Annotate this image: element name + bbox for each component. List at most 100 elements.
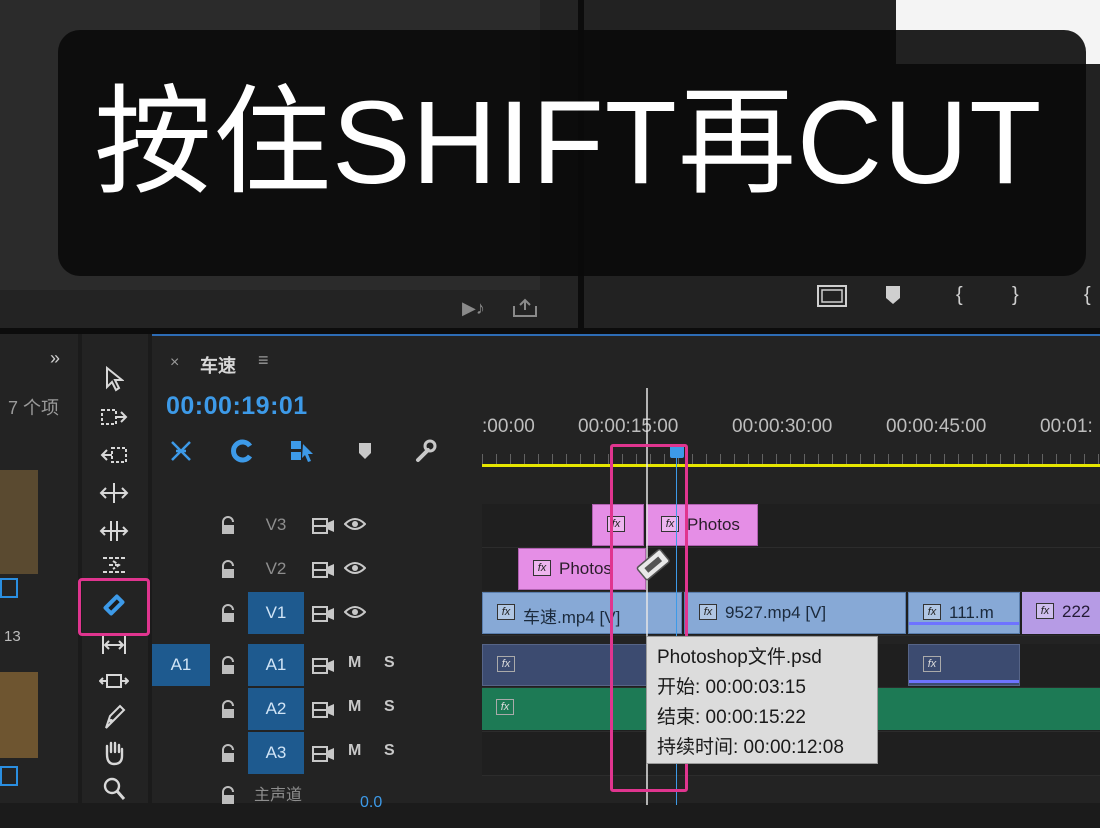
fx-badge: fx (497, 604, 515, 620)
lock-icon[interactable] (218, 604, 238, 624)
solo-button[interactable]: S (384, 654, 395, 672)
lock-icon[interactable] (218, 786, 238, 806)
solo-button[interactable]: S (384, 698, 395, 716)
project-panel: » 7 个项 13 (0, 334, 78, 803)
clip-label: 111.m (949, 603, 994, 622)
rate-stretch-tool-icon[interactable] (98, 550, 130, 580)
linked-selection-icon[interactable] (288, 436, 318, 466)
clip-label: 车速.mp4 [V] (523, 608, 621, 627)
track-label-a3[interactable]: A3 (248, 732, 304, 774)
safe-margins-icon[interactable] (816, 284, 848, 314)
go-to-in-icon[interactable]: { (1084, 284, 1091, 307)
time-ruler-ticks[interactable] (482, 454, 1100, 464)
track-header-a2: A2 M S (152, 688, 482, 732)
video-clip-icon (0, 766, 18, 786)
lock-icon[interactable] (218, 744, 238, 764)
clip-v1-d[interactable]: fx 222 (1022, 592, 1100, 634)
media-thumbnail[interactable] (0, 672, 38, 758)
media-thumbnail-label: 13 (4, 628, 21, 645)
track-label-a1[interactable]: A1 (248, 644, 304, 686)
track-header-v3: V3 (152, 504, 482, 548)
fx-badge: fx (497, 656, 515, 672)
project-item-count: 7 个项 (8, 398, 60, 418)
audio-export-icon[interactable]: ▶♪ (462, 298, 485, 319)
ruler-label: 00:00:30:00 (732, 416, 833, 437)
rolling-edit-tool-icon[interactable] (98, 516, 130, 546)
lock-icon[interactable] (218, 656, 238, 676)
tooltip-duration: 持续时间: 00:00:12:08 (657, 737, 844, 758)
mute-button[interactable]: M (348, 742, 361, 760)
lock-icon[interactable] (218, 700, 238, 720)
track-label-v1[interactable]: V1 (248, 592, 304, 634)
lock-icon[interactable] (218, 560, 238, 580)
track-label-a2[interactable]: A2 (248, 688, 304, 730)
mute-button[interactable]: M (348, 698, 361, 716)
media-thumbnail[interactable] (0, 470, 38, 574)
clip-a1-c[interactable]: fx (908, 644, 1020, 686)
ripple-edit-tool-icon[interactable] (98, 478, 130, 508)
panel-menu-button[interactable]: ≡ (258, 350, 269, 371)
clip-label: Photos (559, 559, 612, 578)
add-marker-icon[interactable] (350, 436, 380, 466)
toggle-sync-lock-icon[interactable] (312, 517, 336, 540)
clip-v1-b[interactable]: fx 9527.mp4 [V] (684, 592, 906, 634)
slide-tool-icon[interactable] (98, 666, 130, 696)
close-sequence-button[interactable]: × (170, 354, 179, 372)
track-select-forward-tool-icon[interactable] (98, 402, 130, 432)
audio-waveform (909, 622, 1019, 625)
track-label-v3[interactable]: V3 (248, 504, 304, 546)
playhead-timecode[interactable]: 00:00:19:01 (166, 392, 308, 421)
toggle-sync-lock-icon[interactable] (312, 745, 336, 768)
clip-label: 9527.mp4 [V] (725, 603, 827, 622)
pen-tool-icon[interactable] (98, 702, 130, 732)
sequence-tab[interactable]: 车速 (200, 352, 236, 378)
master-volume[interactable]: 0.0 (360, 794, 382, 812)
source-patch-a1[interactable]: A1 (152, 644, 210, 686)
tools-panel (82, 334, 148, 803)
toggle-sync-lock-icon[interactable] (312, 561, 336, 584)
timeline-settings-wrench-icon[interactable] (410, 436, 440, 466)
caption-text: 按住SHIFT再CUT (94, 77, 1043, 209)
clip-tooltip: Photoshop文件.psd 开始: 00:00:03:15 结束: 00:0… (646, 636, 878, 764)
audio-waveform (909, 680, 1019, 683)
mute-button[interactable]: M (348, 654, 361, 672)
track-label-master: 主声道 (253, 787, 302, 804)
solo-button[interactable]: S (384, 742, 395, 760)
eye-icon[interactable] (343, 604, 367, 625)
video-clip-icon (0, 578, 18, 598)
mark-in-icon[interactable]: { (956, 284, 963, 307)
ruler-label: 00:00:15:00 (578, 416, 679, 437)
hand-tool-icon[interactable] (98, 738, 130, 768)
eye-icon[interactable] (343, 560, 367, 581)
fx-badge: fx (923, 604, 941, 620)
track-lane-v3[interactable] (482, 504, 1100, 548)
track-header-a1: A1 A1 M S (152, 644, 482, 688)
selection-tool-icon[interactable] (98, 364, 130, 394)
razor-tool-highlight (78, 578, 150, 636)
tooltip-filename: Photoshop文件.psd (657, 647, 822, 668)
eye-icon[interactable] (343, 516, 367, 537)
track-header-a3: A3 M S (152, 732, 482, 776)
track-label-v2[interactable]: V2 (248, 548, 304, 590)
export-frame-icon[interactable] (512, 298, 538, 323)
ruler-label: :00:00 (482, 416, 535, 437)
nest-sequence-icon[interactable] (166, 436, 196, 466)
toggle-sync-lock-icon[interactable] (312, 701, 336, 724)
fx-badge: fx (699, 604, 717, 620)
track-select-backward-tool-icon[interactable] (98, 440, 130, 470)
tooltip-end: 结束: 00:00:15:22 (657, 707, 806, 728)
clip-label: 222 (1062, 602, 1091, 621)
snap-icon[interactable] (226, 436, 256, 466)
work-area-bar[interactable] (482, 464, 1100, 467)
fx-badge: fx (533, 560, 551, 576)
lock-icon[interactable] (218, 516, 238, 536)
fx-badge: fx (923, 656, 941, 672)
zoom-tool-icon[interactable] (98, 774, 130, 804)
toggle-sync-lock-icon[interactable] (312, 657, 336, 680)
mark-out-icon[interactable]: } (1012, 284, 1019, 307)
toggle-sync-lock-icon[interactable] (312, 605, 336, 628)
panel-overflow-chevron[interactable]: » (50, 348, 60, 369)
add-marker-icon[interactable] (884, 284, 902, 312)
tooltip-start: 开始: 00:00:03:15 (657, 677, 806, 698)
clip-v1-c[interactable]: fx 111.m (908, 592, 1020, 634)
